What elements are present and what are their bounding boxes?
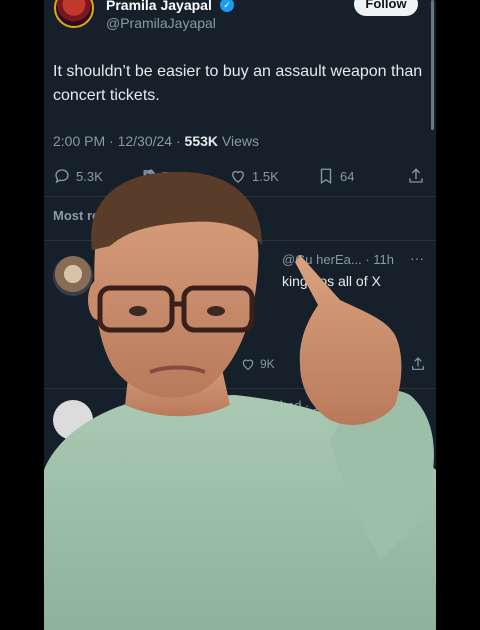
- heart-icon: [242, 359, 254, 371]
- reply-count: 5.3K: [76, 168, 103, 184]
- reply-like-count: 9K: [260, 357, 275, 371]
- more-options-icon[interactable]: ···: [410, 250, 424, 266]
- reply-avatar[interactable]: [53, 400, 93, 440]
- tweet-text: It shouldn’t be easier to buy an assault…: [53, 63, 423, 104]
- reply-handle[interactable]: WatchChad · 16: [234, 398, 327, 413]
- reply-handle[interactable]: @Gu herEa...: [282, 252, 362, 267]
- repost-button[interactable]: 798: [139, 164, 184, 188]
- views-label: Views: [221, 133, 259, 149]
- divider: [44, 388, 436, 389]
- reply-button[interactable]: 5.3K: [53, 164, 103, 188]
- meta-separator: ·: [175, 133, 185, 149]
- verified-badge-icon: ✓: [220, 0, 234, 12]
- reply-text: king pos all of X: [282, 273, 381, 289]
- reply-icon: [55, 169, 69, 184]
- bookmark-count: 64: [340, 168, 355, 184]
- meta-separator: ·: [109, 133, 118, 149]
- views-count[interactable]: 553K: [185, 133, 218, 149]
- reply-header: @Gu herEa... · 11h: [282, 252, 394, 267]
- heart-icon: [232, 170, 244, 183]
- like-button[interactable]: 1.5K: [229, 164, 279, 188]
- reply-time: · 11h: [365, 252, 394, 267]
- scrollbar[interactable]: [431, 0, 434, 130]
- divider: [44, 240, 436, 241]
- x-post-screen: Pramila Jayapal ✓ @PramilaJayapal Follow…: [44, 0, 436, 630]
- follow-button[interactable]: Follow: [354, 0, 418, 16]
- tweet-actions: 5.3K 798 1.5K 64: [53, 164, 429, 188]
- sort-replies-label[interactable]: Most rel: [53, 208, 103, 223]
- author-avatar[interactable]: [54, 0, 94, 28]
- reply-share-button[interactable]: [410, 356, 426, 377]
- divider: [44, 196, 436, 197]
- author-handle[interactable]: @PramilaJayapal: [106, 15, 216, 31]
- like-count: 1.5K: [252, 168, 279, 184]
- share-icon: [412, 357, 424, 370]
- tweet-time: 2:00 PM: [53, 133, 106, 149]
- reply-like-button[interactable]: 9K: [240, 356, 275, 372]
- tweet-date: 12/30/24: [117, 133, 173, 149]
- author-name[interactable]: Pramila Jayapal: [106, 0, 212, 13]
- repost-count: 798: [162, 168, 184, 184]
- repost-icon: [140, 169, 156, 183]
- video-frame: Pramila Jayapal ✓ @PramilaJayapal Follow…: [0, 0, 480, 630]
- share-button[interactable]: [407, 164, 425, 188]
- bookmark-button[interactable]: 64: [317, 164, 354, 188]
- reply-text: gus.: [326, 419, 353, 435]
- bookmark-icon: [320, 168, 332, 185]
- share-icon: [409, 168, 423, 183]
- reply-avatar[interactable]: [53, 256, 93, 296]
- tweet-meta: 2:00 PM · 12/30/24 · 553K Views: [53, 133, 259, 149]
